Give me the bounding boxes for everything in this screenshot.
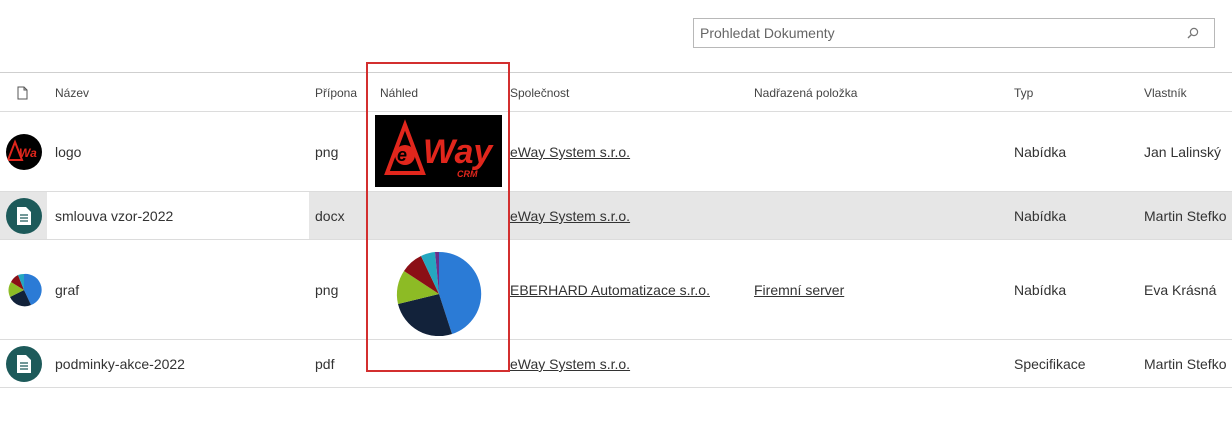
row-name[interactable]: graf	[55, 282, 79, 298]
row-extension: png	[315, 282, 339, 298]
search-icon[interactable]	[1186, 26, 1200, 40]
row-type: Nabídka	[1014, 208, 1067, 224]
header-parent[interactable]: Nadřazená položka	[754, 86, 857, 100]
row-extension: png	[315, 144, 339, 160]
row-name[interactable]: podminky-akce-2022	[55, 356, 185, 372]
table-row[interactable]: graf png EBERHARD Automatizace s.r.o. Fi…	[0, 240, 1232, 340]
pie-chart-avatar	[6, 272, 42, 308]
file-icon	[17, 86, 28, 100]
row-name[interactable]: logo	[55, 144, 81, 160]
table-row[interactable]: podminky-akce-2022 pdf eWay System s.r.o…	[0, 340, 1232, 388]
document-icon	[17, 207, 31, 225]
row-owner: Jan Lalinský	[1144, 144, 1222, 160]
eway-logo-preview[interactable]: e Way CRM	[375, 115, 502, 187]
pie-chart-preview[interactable]	[393, 248, 485, 341]
row-extension: pdf	[315, 356, 335, 372]
document-icon	[17, 355, 31, 373]
row-extension: docx	[315, 208, 345, 224]
grid-header: Název Přípona Náhled Společnost Nadřazen…	[0, 72, 1232, 112]
document-avatar	[6, 198, 42, 234]
row-company-link[interactable]: eWay System s.r.o.	[510, 356, 630, 372]
row-company-link[interactable]: EBERHARD Automatizace s.r.o.	[510, 282, 710, 298]
search-box[interactable]	[693, 18, 1215, 48]
search-input[interactable]	[700, 19, 1180, 47]
row-owner: Eva Krásná	[1144, 282, 1217, 298]
table-row[interactable]: Wa logo png e Way CRM eWay System s.r.o.…	[0, 112, 1232, 192]
header-owner[interactable]: Vlastník	[1144, 86, 1187, 100]
document-avatar	[6, 346, 42, 382]
row-name[interactable]: smlouva vzor-2022	[55, 208, 173, 224]
row-type: Specifikace	[1014, 356, 1086, 372]
row-company-link[interactable]: eWay System s.r.o.	[510, 144, 630, 160]
header-extension[interactable]: Přípona	[315, 86, 357, 100]
header-name[interactable]: Název	[55, 86, 89, 100]
row-parent-link[interactable]: Firemní server	[754, 282, 844, 298]
row-type: Nabídka	[1014, 144, 1067, 160]
header-company[interactable]: Společnost	[510, 86, 569, 100]
row-owner: Martin Stefko	[1144, 208, 1227, 224]
svg-text:CRM: CRM	[457, 169, 478, 179]
row-owner: Martin Stefko	[1144, 356, 1227, 372]
header-type[interactable]: Typ	[1014, 86, 1033, 100]
svg-text:Wa: Wa	[19, 146, 37, 160]
row-type: Nabídka	[1014, 282, 1067, 298]
row-company-link[interactable]: eWay System s.r.o.	[510, 208, 630, 224]
svg-text:Way: Way	[423, 133, 494, 171]
eway-logo-avatar: Wa	[6, 134, 42, 170]
header-preview[interactable]: Náhled	[380, 86, 418, 100]
svg-text:e: e	[397, 145, 407, 165]
table-row[interactable]: smlouva vzor-2022 docx eWay System s.r.o…	[0, 192, 1232, 240]
